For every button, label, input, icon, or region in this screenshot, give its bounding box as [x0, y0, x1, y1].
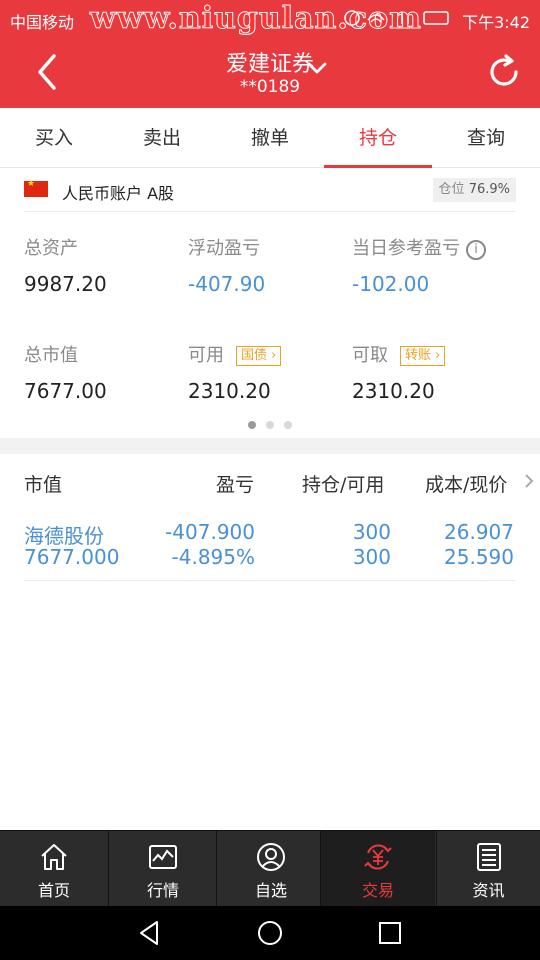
floating-pnl-label: 浮动盈亏 — [188, 238, 260, 259]
section-divider — [0, 438, 540, 454]
nav-watchlist[interactable]: 自选 — [217, 831, 325, 907]
carrier-label: 中国移动 — [10, 13, 75, 32]
tab-query[interactable]: 查询 — [432, 108, 540, 168]
transfer-button[interactable]: 转账 › — [400, 346, 446, 366]
chevron-down-icon[interactable] — [306, 60, 328, 76]
account-row: 人民币账户 A股 仓位 76.9% — [24, 170, 516, 212]
back-triangle-icon[interactable] — [135, 918, 165, 948]
stock-price: 25.590 — [444, 545, 514, 569]
page-dot — [266, 421, 274, 429]
page-indicator — [246, 421, 294, 431]
news-icon — [477, 843, 501, 871]
system-navigation-bar — [0, 906, 540, 960]
withdrawable-value: 2310.20 — [352, 379, 435, 403]
column-header-cost-price: 成本/现价 — [425, 474, 508, 496]
market-value-label: 总市值 — [24, 345, 78, 366]
transfer-label: 转账 — [405, 348, 432, 363]
status-icons — [344, 10, 449, 26]
tab-sell[interactable]: 卖出 — [108, 108, 216, 168]
floating-pnl-value: -407.90 — [188, 272, 266, 296]
daily-pnl-label-row: 当日参考盈亏 i — [352, 234, 486, 260]
market-value-value: 7677.00 — [24, 379, 107, 403]
position-ratio-value: 76.9% — [468, 182, 510, 197]
nav-trade[interactable]: 交易 — [321, 831, 435, 907]
tab-cancel[interactable]: 撤单 — [216, 108, 324, 168]
market-value-cell: 总市值 7677.00 — [24, 341, 107, 403]
available-label-row: 可用 国债 › — [188, 341, 282, 367]
nav-news[interactable]: 资讯 — [437, 831, 540, 907]
daily-pnl-value: -102.00 — [352, 272, 430, 296]
stock-pnl: -407.900 — [165, 520, 255, 544]
bottom-navigation: 首页 行情 自选 交易 资讯 — [0, 830, 540, 907]
column-header-position: 持仓/可用 — [302, 474, 385, 496]
treasury-bond-label: 国债 — [241, 348, 268, 363]
home-circle-icon[interactable] — [255, 918, 285, 948]
available-cell: 可用 国债 › 2310.20 — [188, 341, 282, 403]
daily-pnl-label: 当日参考盈亏 — [352, 238, 460, 259]
nav-market-label: 行情 — [146, 881, 179, 900]
clock: 下午3:42 — [462, 13, 530, 32]
china-flag-icon — [24, 179, 48, 197]
chart-icon — [149, 845, 177, 869]
status-bar: 中国移动 www.niugulan.com 下午3:42 — [0, 0, 540, 37]
column-header-pnl: 盈亏 — [216, 474, 255, 496]
floating-pnl-cell: 浮动盈亏 -407.90 — [188, 234, 265, 296]
position-ratio-badge: 仓位 76.9% — [432, 178, 516, 202]
nav-trade-label: 交易 — [361, 881, 394, 900]
refresh-icon[interactable] — [486, 54, 522, 90]
row-divider — [24, 580, 516, 581]
page-dot — [284, 421, 292, 429]
nav-market[interactable]: 行情 — [109, 831, 217, 907]
user-icon — [257, 843, 285, 871]
scroll-right-icon[interactable] — [524, 474, 534, 488]
withdrawable-cell: 可取 转账 › 2310.20 — [352, 341, 446, 403]
tab-buy[interactable]: 买入 — [0, 108, 108, 168]
recents-square-icon[interactable] — [375, 918, 405, 948]
withdrawable-label-row: 可取 转账 › — [352, 341, 446, 367]
available-label: 可用 — [188, 345, 224, 366]
total-assets-value: 9987.20 — [24, 272, 107, 296]
total-assets-label: 总资产 — [24, 238, 78, 259]
stock-market-value: 7677.000 — [24, 545, 120, 569]
stock-pnl-percent: -4.895% — [171, 545, 255, 569]
broker-title[interactable]: 爱建证券 — [0, 46, 540, 78]
nav-home-label: 首页 — [37, 881, 70, 900]
account-number: **0189 — [239, 77, 301, 97]
nav-home[interactable]: 首页 — [0, 831, 108, 907]
available-value: 2310.20 — [188, 379, 271, 403]
stock-position: 300 — [352, 520, 391, 544]
app-header: 爱建证券 **0189 — [0, 36, 540, 108]
nav-news-label: 资讯 — [472, 881, 505, 900]
withdrawable-label: 可取 — [352, 345, 388, 366]
stock-cost: 26.907 — [444, 520, 514, 544]
position-ratio-label: 仓位 — [438, 182, 465, 197]
total-assets-cell: 总资产 9987.20 — [24, 234, 107, 296]
stock-available: 300 — [352, 545, 391, 569]
trade-yen-icon — [364, 844, 392, 870]
home-icon — [41, 844, 67, 870]
column-header-market-value: 市值 — [24, 474, 63, 496]
nav-watchlist-label: 自选 — [254, 881, 287, 900]
info-icon[interactable]: i — [466, 240, 486, 260]
page-dot — [248, 421, 256, 429]
trade-tabs: 买入 卖出 撤单 持仓 查询 — [0, 108, 540, 168]
treasury-bond-button[interactable]: 国债 › — [236, 346, 282, 366]
tab-holdings[interactable]: 持仓 — [324, 108, 432, 168]
daily-pnl-cell: 当日参考盈亏 i -102.00 — [352, 234, 486, 296]
account-name: 人民币账户 A股 — [62, 184, 175, 203]
